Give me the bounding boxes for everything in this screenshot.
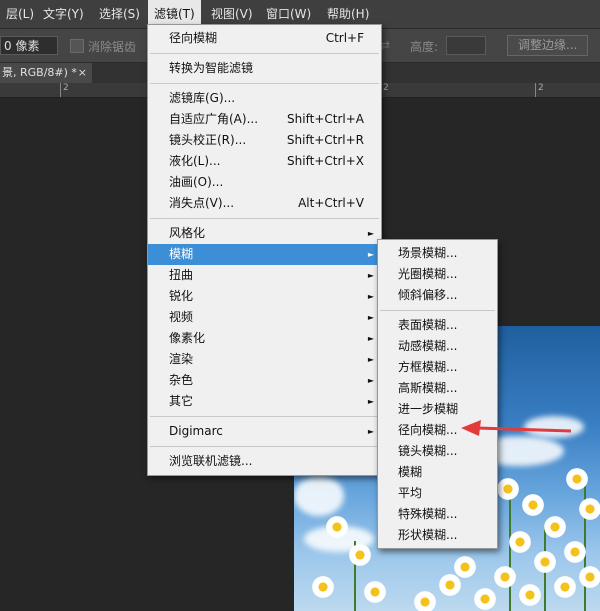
submenu-arrow-icon: ► [367,397,374,406]
submenu-arrow-icon: ► [367,427,374,436]
submenu-item-smart-blur[interactable]: 特殊模糊... [378,504,497,525]
submenu-item-motion-blur[interactable]: 动感模糊... [378,336,497,357]
menu-item-noise[interactable]: 杂色 ► [148,370,381,391]
submenu-item-tilt-shift[interactable]: 倾斜偏移... [378,285,497,306]
menu-item-radial-blur-last[interactable]: 径向模糊 Ctrl+F [148,28,381,49]
menu-item-pixelate[interactable]: 像素化 ► [148,328,381,349]
menu-item-vanishing-point[interactable]: 消失点(V)... Alt+Ctrl+V [148,193,381,214]
menu-item-liquify[interactable]: 液化(L)... Shift+Ctrl+X [148,151,381,172]
blur-submenu: 场景模糊... 光圈模糊... 倾斜偏移... 表面模糊... 动感模糊... … [377,239,498,549]
submenu-arrow-icon: ► [367,376,374,385]
menu-layer[interactable]: 层(L) [0,0,40,28]
submenu-item-field-blur[interactable]: 场景模糊... [378,243,497,264]
menu-type[interactable]: 文字(Y) [37,0,90,28]
ruler-label: 2 [538,83,544,93]
close-icon[interactable]: × [78,63,87,83]
submenu-item-shape-blur[interactable]: 形状模糊... [378,525,497,546]
submenu-item-iris-blur[interactable]: 光圈模糊... [378,264,497,285]
annotation-arrow-icon [461,420,572,436]
submenu-arrow-icon: ► [367,271,374,280]
menu-item-video[interactable]: 视频 ► [148,307,381,328]
menu-item-oil-paint[interactable]: 油画(O)... [148,172,381,193]
antialias-label: 消除锯齿 [88,40,137,54]
submenu-item-box-blur[interactable]: 方框模糊... [378,357,497,378]
menu-item-adaptive-wide-angle[interactable]: 自适应广角(A)... Shift+Ctrl+A [148,109,381,130]
submenu-arrow-icon: ► [367,229,374,238]
ruler-label: 2 [63,83,69,93]
menu-item-lens-correction[interactable]: 镜头校正(R)... Shift+Ctrl+R [148,130,381,151]
submenu-item-lens-blur[interactable]: 镜头模糊... [378,441,497,462]
filter-menu: 径向模糊 Ctrl+F 转换为智能滤镜 滤镜库(G)... 自适应广角(A)...… [147,24,382,476]
document-tab-title: 景, RGB/8#) * [2,66,77,79]
height-label: 高度: [410,40,439,54]
height-input[interactable] [446,36,486,55]
antialias-checkbox[interactable] [70,39,84,53]
menu-item-render[interactable]: 渲染 ► [148,349,381,370]
submenu-item-blur[interactable]: 模糊 [378,462,497,483]
submenu-item-blur-more[interactable]: 进一步模糊 [378,399,497,420]
ruler-label: 2 [383,83,389,93]
submenu-item-gaussian-blur[interactable]: 高斯模糊... [378,378,497,399]
menu-item-other[interactable]: 其它 ► [148,391,381,412]
menu-item-sharpen[interactable]: 锐化 ► [148,286,381,307]
menu-item-blur[interactable]: 模糊 ► [148,244,381,265]
feather-input[interactable]: 0 像素 [0,36,58,55]
submenu-arrow-icon: ► [367,292,374,301]
menu-item-digimarc[interactable]: Digimarc ► [148,421,381,442]
menu-item-distort[interactable]: 扭曲 ► [148,265,381,286]
submenu-arrow-icon: ► [367,250,374,259]
menu-item-filter-gallery[interactable]: 滤镜库(G)... [148,88,381,109]
submenu-arrow-icon: ► [367,313,374,322]
menu-item-browse-online-filters[interactable]: 浏览联机滤镜... [148,451,381,472]
submenu-item-average[interactable]: 平均 [378,483,497,504]
submenu-arrow-icon: ► [367,355,374,364]
submenu-item-surface-blur[interactable]: 表面模糊... [378,315,497,336]
submenu-arrow-icon: ► [367,334,374,343]
refine-edge-button[interactable]: 调整边缘... [507,35,589,56]
menu-item-convert-smart-filter[interactable]: 转换为智能滤镜 [148,58,381,79]
menu-item-stylize[interactable]: 风格化 ► [148,223,381,244]
menu-select[interactable]: 选择(S) [93,0,146,28]
document-tab[interactable]: 景, RGB/8#) * × [0,63,92,83]
